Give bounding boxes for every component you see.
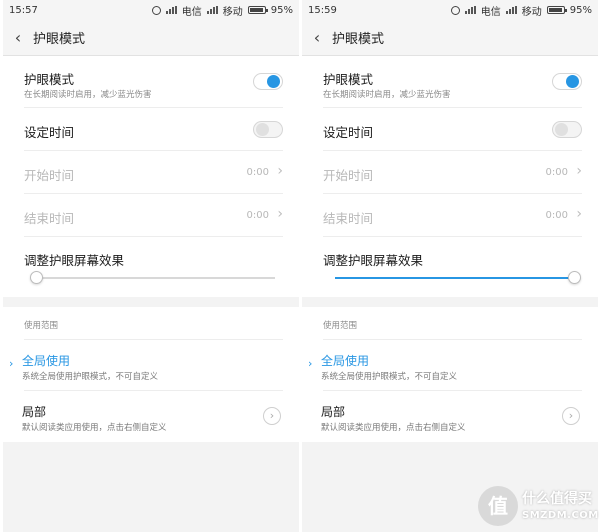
scope-option-label: 全局使用 [22,354,71,368]
effect-label: 调整护眼屏幕效果 [323,253,424,268]
eye-mode-description: 在长期阅读时启用，减少蓝光伤害 [24,90,152,100]
battery-percent: 95% [270,4,293,16]
scope-option-partial[interactable]: 局部 默认阅读类应用使用，点击右侧自定义 › [3,391,299,442]
signal-icon [165,6,177,14]
settings-card: 护眼模式 在长期阅读时启用，减少蓝光伤害 设定时间 开始时间 0:00 › 结束… [3,56,299,297]
customize-arrow-icon[interactable]: › [562,407,580,425]
battery-icon [546,6,567,14]
selected-chevron-icon: › [9,357,14,370]
scope-section-header: 使用范围 [3,307,299,340]
chevron-right-icon: › [277,206,283,222]
carrier-1: 电信 [480,6,501,18]
scope-section-label: 使用范围 [24,321,59,331]
scope-option-label: 局部 [22,405,47,419]
schedule-row: 设定时间 [3,108,299,151]
effect-label: 调整护眼屏幕效果 [24,253,125,268]
scope-option-label: 局部 [321,405,346,419]
scope-section-label: 使用范围 [323,321,358,331]
start-time-label: 开始时间 [24,168,75,183]
chevron-right-icon: › [277,163,283,179]
settings-card: 护眼模式 在长期阅读时启用，减少蓝光伤害 设定时间 开始时间 0:00 › 结束… [302,56,598,297]
alarm-icon [151,5,161,15]
effect-slider[interactable] [30,271,275,284]
schedule-label: 设定时间 [323,125,374,140]
chevron-right-icon: › [576,163,582,179]
effect-row: 调整护眼屏幕效果 [302,237,598,297]
scope-option-partial[interactable]: 局部 默认阅读类应用使用，点击右侧自定义 › [302,391,598,442]
schedule-row: 设定时间 [302,108,598,151]
scope-option-description: 系统全局使用护眼模式，不可自定义 [321,372,458,382]
status-time: 15:57 [9,4,38,16]
signal-icon [505,6,517,14]
battery-fill [548,8,562,12]
battery-icon [247,6,268,14]
eye-mode-toggle[interactable] [552,73,582,90]
scope-option-global[interactable]: › 全局使用 系统全局使用护眼模式，不可自定义 [3,340,299,391]
start-time-row[interactable]: 开始时间 0:00 › [3,151,299,194]
selected-chevron-icon: › [308,357,313,370]
status-bar: 15:57 电信 移动 95% [3,0,299,20]
scope-option-description: 系统全局使用护眼模式，不可自定义 [22,372,159,382]
scope-option-description: 默认阅读类应用使用，点击右侧自定义 [22,423,167,433]
watermark-logo: 值 [478,486,518,526]
battery-fill [249,8,263,12]
eye-mode-description: 在长期阅读时启用，减少蓝光伤害 [323,90,451,100]
start-time-value: 0:00 [246,167,269,178]
scope-card: 使用范围 › 全局使用 系统全局使用护眼模式，不可自定义 局部 默认阅读类应用使… [3,307,299,442]
scope-option-label: 全局使用 [321,354,370,368]
scope-card: 使用范围 › 全局使用 系统全局使用护眼模式，不可自定义 局部 默认阅读类应用使… [302,307,598,442]
battery-percent: 95% [569,4,592,16]
end-time-label: 结束时间 [323,211,374,226]
alarm-icon [450,5,460,15]
effect-slider[interactable] [335,271,581,284]
end-time-value: 0:00 [246,210,269,221]
start-time-label: 开始时间 [323,168,374,183]
title-bar: ‹ 护眼模式 [302,20,598,56]
eye-mode-label: 护眼模式 [24,72,75,87]
signal-icon [206,6,218,14]
end-time-row[interactable]: 结束时间 0:00 › [302,194,598,237]
scope-section-header: 使用范围 [302,307,598,340]
screen-left: 15:57 电信 移动 95% ‹ 护眼模式 护眼模式 在长期阅读时启用，减少蓝… [3,0,299,532]
chevron-right-icon: › [576,206,582,222]
carrier-2: 移动 [521,6,542,18]
title-bar: ‹ 护眼模式 [3,20,299,56]
effect-slider-fill [335,277,574,279]
effect-slider-thumb[interactable] [30,271,43,284]
eye-mode-row: 护眼模式 在长期阅读时启用，减少蓝光伤害 [3,56,299,108]
end-time-row[interactable]: 结束时间 0:00 › [3,194,299,237]
watermark-text-en: SMZDM.COM [522,510,599,521]
scope-option-description: 默认阅读类应用使用，点击右侧自定义 [321,423,466,433]
schedule-label: 设定时间 [24,125,75,140]
eye-mode-toggle[interactable] [253,73,283,90]
scope-option-global[interactable]: › 全局使用 系统全局使用护眼模式，不可自定义 [302,340,598,391]
start-time-value: 0:00 [545,167,568,178]
effect-row: 调整护眼屏幕效果 [3,237,299,297]
start-time-row[interactable]: 开始时间 0:00 › [302,151,598,194]
watermark: 值 什么值得买 SMZDM.COM [478,486,598,530]
end-time-label: 结束时间 [24,211,75,226]
page-title: 护眼模式 [33,32,86,47]
eye-mode-row: 护眼模式 在长期阅读时启用，减少蓝光伤害 [302,56,598,108]
eye-mode-label: 护眼模式 [323,72,374,87]
effect-slider-thumb[interactable] [568,271,581,284]
carrier-1: 电信 [181,6,202,18]
status-time: 15:59 [308,4,337,16]
screen-right: 15:59 电信 移动 95% ‹ 护眼模式 护眼模式 在长期阅读时启用，减少蓝… [302,0,598,532]
schedule-toggle[interactable] [552,121,582,138]
customize-arrow-icon[interactable]: › [263,407,281,425]
watermark-text-cn: 什么值得买 [522,491,592,507]
schedule-toggle[interactable] [253,121,283,138]
carrier-2: 移动 [222,6,243,18]
chevron-left-icon[interactable]: ‹ [3,28,33,47]
chevron-left-icon[interactable]: ‹ [302,28,332,47]
page-title: 护眼模式 [332,32,385,47]
signal-icon [464,6,476,14]
end-time-value: 0:00 [545,210,568,221]
status-bar: 15:59 电信 移动 95% [302,0,598,20]
